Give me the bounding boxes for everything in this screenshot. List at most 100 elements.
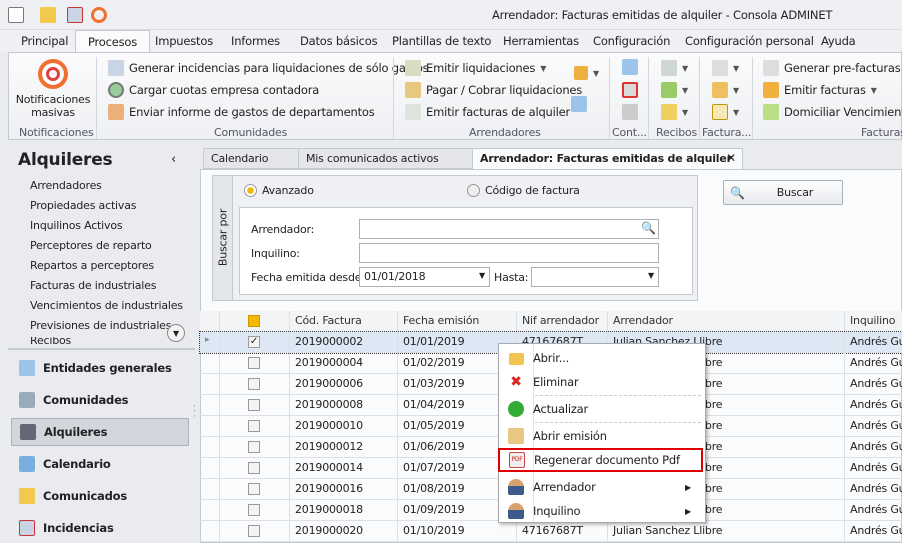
row-checkbox[interactable] xyxy=(248,399,260,411)
radio-codigo-factura[interactable]: Código de factura xyxy=(467,184,580,197)
inquilino-input[interactable] xyxy=(359,243,659,263)
app-menu-icon[interactable] xyxy=(8,7,24,23)
emitir-facturas-alquiler-button[interactable]: Emitir facturas de alquiler xyxy=(405,104,570,120)
menu-inquilino[interactable]: Inquilino ▶ xyxy=(499,499,705,523)
menu-eliminar[interactable]: ✖ Eliminar xyxy=(499,370,705,394)
sidebar-item-inquilinos[interactable]: Inquilinos Activos xyxy=(30,219,123,232)
sidebar-item-perceptores[interactable]: Perceptores de reparto xyxy=(30,239,152,252)
document-icon xyxy=(405,60,421,76)
generar-prefacturas-button[interactable]: Generar pre-facturas▼ xyxy=(763,60,902,76)
domiciliar-vencimientos-button[interactable]: Domiciliar Vencimientos▼ xyxy=(763,104,902,120)
sidebar-item-previsiones[interactable]: Previsiones de industriales xyxy=(30,319,171,332)
nav-alquileres[interactable]: Alquileres xyxy=(11,418,189,446)
tab-configuracion[interactable]: Configuración xyxy=(593,34,670,48)
splitter-handle[interactable]: · · · xyxy=(193,403,196,422)
dropdown-icon[interactable]: ▼ xyxy=(479,271,485,280)
table-icon xyxy=(19,360,35,376)
generar-incidencias-button[interactable]: Generar incidencias para liquidaciones d… xyxy=(108,60,429,76)
tab-configuracion-personal[interactable]: Configuración personal xyxy=(685,34,814,48)
collapse-icon[interactable]: ‹ xyxy=(171,152,176,167)
close-tab-icon[interactable]: ✕ xyxy=(726,151,736,165)
sidebar-item-recibos[interactable]: Recibos xyxy=(30,337,71,346)
upload-icon xyxy=(712,82,728,98)
sidebar-item-vencimientos[interactable]: Vencimientos de industriales xyxy=(30,299,183,312)
building-icon xyxy=(19,392,35,408)
menu-abrir-emision[interactable]: Abrir emisión xyxy=(499,424,705,448)
nav-incidencias[interactable]: Incidencias xyxy=(11,514,189,542)
pagar-cobrar-button[interactable]: Pagar / Cobrar liquidaciones xyxy=(405,82,582,98)
group-label: Notificaciones xyxy=(19,126,94,139)
sidebar-item-propiedades[interactable]: Propiedades activas xyxy=(30,199,136,212)
nav-calendario[interactable]: Calendario xyxy=(11,450,189,478)
tab-principal[interactable]: Principal xyxy=(21,34,68,48)
fecha-desde-input[interactable]: 01/01/2018 ▼ xyxy=(359,267,490,287)
mail-icon[interactable] xyxy=(40,7,56,23)
tab-calendario[interactable]: Calendario xyxy=(203,148,299,169)
row-checkbox[interactable] xyxy=(248,483,260,495)
ledger-icon[interactable] xyxy=(622,104,638,120)
cancel-icon[interactable] xyxy=(622,82,638,98)
cell-code: 2019000002 xyxy=(290,332,398,353)
nav-entidades-generales[interactable]: Entidades generales xyxy=(11,354,189,382)
cell-code: 2019000016 xyxy=(290,479,398,500)
row-checkbox[interactable] xyxy=(248,378,260,390)
row-indicator xyxy=(200,395,220,416)
recibos-dropdown-3[interactable]: ▼ xyxy=(661,104,688,120)
broadcast-icon[interactable] xyxy=(91,7,107,23)
select-all-checkbox[interactable] xyxy=(248,315,260,327)
task-icon[interactable] xyxy=(67,7,83,23)
dropdown-icon[interactable]: ▼ xyxy=(648,271,654,280)
pdf-icon: PDF xyxy=(500,452,534,468)
menu-actualizar[interactable]: Actualizar xyxy=(499,397,705,421)
row-checkbox[interactable] xyxy=(248,504,260,516)
cargar-cuotas-button[interactable]: Cargar cuotas empresa contadora xyxy=(108,82,319,98)
recibos-dropdown-2[interactable]: ▼ xyxy=(661,82,688,98)
tab-facturas-emitidas[interactable]: Arrendador: Facturas emitidas de alquile… xyxy=(472,148,743,170)
sidebar-item-repartos[interactable]: Repartos a perceptores xyxy=(30,259,154,272)
factura-dropdown-3[interactable]: ▼ xyxy=(712,104,739,120)
factura-dropdown-1[interactable]: ▼ xyxy=(712,60,739,76)
menu-arrendador[interactable]: Arrendador ▶ xyxy=(499,475,705,499)
tab-mis-comunicados[interactable]: Mis comunicados activos xyxy=(298,148,473,169)
search-lookup-icon[interactable]: 🔍 xyxy=(641,221,656,235)
arrendador-input[interactable] xyxy=(359,219,659,239)
sidebar: Alquileres ‹ Arrendadores Propiedades ac… xyxy=(8,145,195,543)
cell-inq: Andrés Gut xyxy=(845,437,902,458)
fecha-hasta-input[interactable]: ▼ xyxy=(531,267,659,287)
tools-dropdown[interactable]: ▼ xyxy=(574,66,599,80)
tab-datos-basicos[interactable]: Datos básicos xyxy=(300,34,378,48)
sidebar-item-arrendadores[interactable]: Arrendadores xyxy=(30,179,102,192)
row-checkbox[interactable] xyxy=(248,420,260,432)
notificaciones-masivas-button[interactable]: Notificaciones masivas xyxy=(15,57,91,119)
tab-informes[interactable]: Informes xyxy=(231,34,280,48)
table-coins-icon[interactable] xyxy=(571,96,587,112)
menu-abrir[interactable]: Abrir... xyxy=(499,346,705,370)
nav-comunicados[interactable]: Comunicados xyxy=(11,482,189,510)
row-checkbox[interactable] xyxy=(248,525,260,537)
row-checkbox[interactable] xyxy=(248,357,260,369)
sidebar-item-facturas-industriales[interactable]: Facturas de industriales xyxy=(30,279,156,292)
tab-herramientas[interactable]: Herramientas xyxy=(503,34,579,48)
calendar-icon xyxy=(19,456,35,472)
tab-impuestos[interactable]: Impuestos xyxy=(155,34,213,48)
tab-plantillas[interactable]: Plantillas de texto xyxy=(392,34,491,48)
row-checkbox[interactable]: ✓ xyxy=(248,336,260,348)
clipboard-icon xyxy=(108,60,124,76)
ribbon-tabs: Principal Procesos Impuestos Informes Da… xyxy=(0,30,902,53)
enviar-informe-button[interactable]: Enviar informe de gastos de departamento… xyxy=(108,104,375,120)
recibos-dropdown-1[interactable]: ▼ xyxy=(661,60,688,76)
row-checkbox[interactable] xyxy=(248,441,260,453)
radio-avanzado[interactable]: Avanzado xyxy=(244,184,314,197)
menu-regenerar-pdf[interactable]: PDF Regenerar documento Pdf xyxy=(498,448,703,472)
contabilidad-icon[interactable] xyxy=(622,59,638,75)
table-row[interactable]: 2019000020 01/10/2019 47167687T Julian Sanc… xyxy=(200,521,902,542)
emitir-liquidaciones-button[interactable]: Emitir liquidaciones ▼ xyxy=(405,60,546,76)
tab-procesos[interactable]: Procesos xyxy=(75,30,151,53)
buscar-button[interactable]: 🔍 Buscar xyxy=(723,180,843,205)
tab-ayuda[interactable]: Ayuda xyxy=(821,34,856,48)
factura-dropdown-2[interactable]: ▼ xyxy=(712,82,739,98)
cell-code: 2019000014 xyxy=(290,458,398,479)
row-checkbox[interactable] xyxy=(248,462,260,474)
nav-comunidades[interactable]: Comunidades xyxy=(11,386,189,414)
emitir-facturas-button[interactable]: Emitir facturas ▼ xyxy=(763,82,877,98)
